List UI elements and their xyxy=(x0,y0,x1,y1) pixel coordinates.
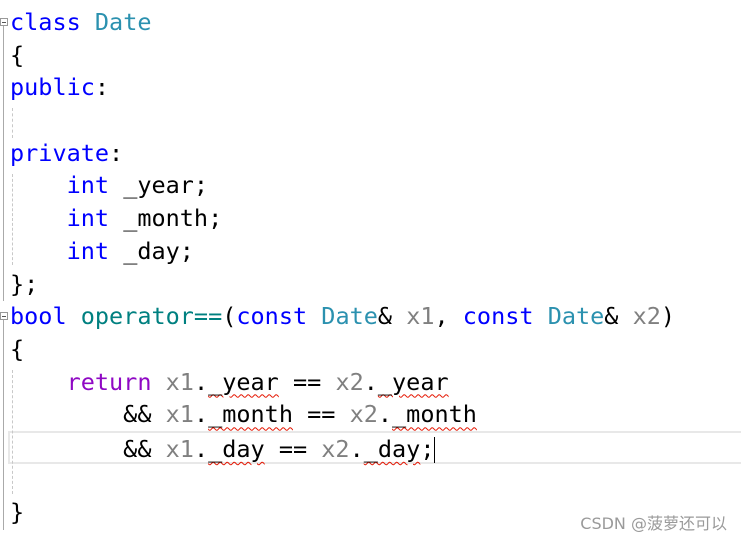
error-token: _month xyxy=(392,400,477,429)
code-token: == xyxy=(264,434,322,463)
code-token: } xyxy=(10,498,25,527)
code-line[interactable]: private: xyxy=(0,137,741,170)
error-token: _day xyxy=(363,434,421,463)
code-token: : xyxy=(94,73,110,102)
code-token: . xyxy=(193,400,209,429)
error-token: _month xyxy=(208,400,293,429)
text-caret xyxy=(434,437,436,464)
parameter-token: x2 xyxy=(335,367,364,396)
code-editor[interactable]: class Date{public:​private: int _year; i… xyxy=(0,6,741,530)
code-token: && xyxy=(10,434,166,463)
code-token: . xyxy=(363,367,378,396)
indent-guide xyxy=(12,173,13,266)
code-token: _month; xyxy=(109,204,223,233)
parameter-token: x2 xyxy=(632,302,661,331)
code-token: . xyxy=(193,367,209,396)
code-line[interactable]: public: xyxy=(0,71,741,104)
code-token: && xyxy=(10,400,166,429)
code-token: . xyxy=(377,400,393,429)
code-line[interactable]: int _year; xyxy=(0,169,741,202)
keyword-token: int xyxy=(66,236,110,265)
code-line[interactable]: { xyxy=(0,333,741,366)
parameter-token: x1 xyxy=(165,400,194,429)
keyword-token: const xyxy=(462,302,534,331)
type-token: Date xyxy=(94,8,152,36)
code-token: == xyxy=(278,367,336,396)
error-token: _day xyxy=(208,434,265,463)
parameter-token: x1 xyxy=(406,302,435,331)
code-line[interactable]: }; xyxy=(0,268,741,301)
code-token: { xyxy=(10,40,25,69)
code-line[interactable]: ​ xyxy=(0,104,741,137)
keyword-token: bool xyxy=(10,302,67,331)
code-line[interactable]: && x1._month == x2._month xyxy=(0,398,741,431)
code-line[interactable]: bool operator==(const Date& x1, const Da… xyxy=(0,300,741,333)
keyword-token: int xyxy=(66,204,110,233)
parameter-token: x2 xyxy=(321,434,350,463)
code-line[interactable]: class Date xyxy=(0,6,741,39)
keyword-token: class xyxy=(10,8,81,36)
fold-region-line xyxy=(3,26,4,301)
keyword-token: int xyxy=(66,171,110,200)
indent-guide xyxy=(12,108,13,138)
control-keyword-token: return xyxy=(66,367,152,396)
fold-region-line xyxy=(3,320,4,530)
error-token: _year xyxy=(377,367,449,396)
code-token: ; xyxy=(420,434,435,463)
keyword-token: public xyxy=(10,73,95,102)
type-token: Date xyxy=(547,302,605,331)
watermark: CSDN @菠萝还可以 xyxy=(580,514,727,533)
code-line[interactable]: return x1._year == x2._year xyxy=(0,366,741,399)
collapse-icon[interactable] xyxy=(0,312,8,321)
parameter-token: x1 xyxy=(165,434,194,463)
indent-guide xyxy=(12,369,13,494)
keyword-token: private xyxy=(10,138,110,167)
code-token: . xyxy=(349,434,364,463)
parameter-token: x2 xyxy=(349,400,378,429)
code-line[interactable]: int _day; xyxy=(0,235,741,268)
code-token: { xyxy=(10,334,25,363)
code-token: & xyxy=(377,302,407,331)
code-token: _day; xyxy=(109,236,194,265)
code-line[interactable]: int _month; xyxy=(0,202,741,235)
error-token: _year xyxy=(208,367,279,396)
code-token: : xyxy=(109,138,124,167)
code-token: & xyxy=(604,302,633,331)
type-token: Date xyxy=(321,302,378,331)
parameter-token: x1 xyxy=(165,367,194,396)
code-token: _year; xyxy=(109,171,209,200)
code-line[interactable]: && x1._day == x2._day; xyxy=(8,430,741,464)
code-token: == xyxy=(292,400,350,429)
code-line[interactable]: { xyxy=(0,39,741,72)
code-token: , xyxy=(434,302,463,331)
code-line[interactable]: ​ xyxy=(0,464,741,497)
code-token: ) xyxy=(660,302,676,331)
keyword-token: const xyxy=(236,302,308,331)
code-token: . xyxy=(193,434,209,463)
collapse-icon[interactable] xyxy=(0,18,8,26)
code-token: ( xyxy=(222,302,237,331)
function-token: operator== xyxy=(80,302,223,331)
code-token: }; xyxy=(10,269,39,298)
